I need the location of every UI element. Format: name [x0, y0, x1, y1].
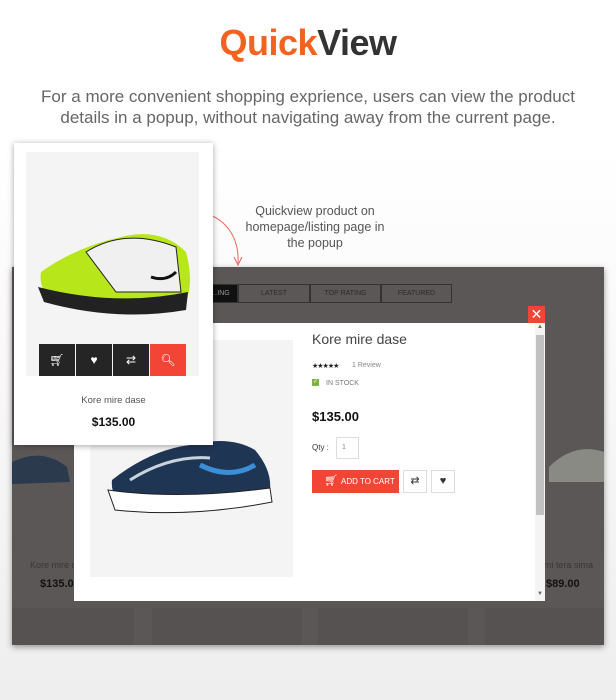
compare-button[interactable]: ⇄ [113, 344, 149, 376]
wishlist-button[interactable]: ♥ [431, 470, 455, 493]
green-shoe-image [38, 234, 190, 315]
search-icon: 🔍︎ [160, 353, 176, 367]
product-price: $135.00 [91, 415, 136, 429]
bg-cell [318, 608, 468, 645]
title-quick: Quick [219, 22, 318, 63]
bg-cell [152, 608, 302, 645]
subtitle: For a more convenient shopping exprience… [41, 87, 575, 127]
tab-latest[interactable]: LATEST [238, 284, 310, 303]
product-image [26, 152, 199, 376]
close-button[interactable]: ✕ [528, 306, 545, 323]
check-icon: ✓ [312, 379, 319, 386]
review-link[interactable]: 1 Review [352, 362, 381, 369]
page-title: QuickView [0, 22, 616, 64]
compare-icon: ⇄ [410, 475, 420, 487]
annotation-text: Quickview product on homepage/listing pa… [245, 204, 385, 250]
rating-stars: ★★★★★ [312, 363, 339, 370]
tab-top-rating[interactable]: TOP RATING [310, 284, 381, 303]
qty-input[interactable]: 1 [336, 437, 359, 459]
tab-featured[interactable]: FEATURED [381, 284, 452, 303]
bg-cell [12, 608, 134, 645]
bg-shoe-image [12, 455, 70, 484]
bg-cell [485, 608, 604, 645]
quickview-button[interactable]: 🔍︎ [150, 344, 186, 376]
add-to-cart-button[interactable]: 🛒︎ [39, 344, 75, 376]
compare-button[interactable]: ⇄ [403, 470, 427, 493]
heart-icon: ♥ [439, 475, 447, 487]
product-card[interactable]: 🛒︎ ♥ ⇄ 🔍︎ Kore mire dase $135.00 [14, 143, 213, 445]
scrollbar-thumb[interactable] [536, 335, 544, 515]
bg-product-name: Kore mire d [30, 560, 77, 570]
compare-icon: ⇄ [125, 353, 137, 367]
heart-icon: ♥ [90, 353, 98, 367]
cart-icon: 🛒︎ [49, 353, 65, 367]
scrollbar[interactable]: ▲ ▼ [535, 323, 545, 601]
add-to-cart-label: ADD TO CART [341, 477, 395, 486]
product-price: $135.00 [312, 409, 359, 424]
bg-shoe-image [549, 449, 604, 482]
bg-product-price: $89.00 [546, 578, 580, 590]
cart-icon: 🛒︎ [324, 475, 338, 487]
bg-product-price: $135.0 [40, 578, 74, 590]
scroll-up-icon[interactable]: ▲ [537, 324, 543, 330]
bg-product-name: mi tera sima [544, 560, 594, 570]
title-view: View [317, 22, 397, 63]
scroll-down-icon[interactable]: ▼ [537, 591, 543, 597]
product-name[interactable]: Kore mire dase [14, 395, 213, 406]
stock-status: IN STOCK [326, 380, 359, 387]
qty-label: Qty : [312, 443, 329, 452]
product-name: Kore mire dase [312, 331, 407, 347]
wishlist-button[interactable]: ♥ [76, 344, 112, 376]
add-to-cart-button[interactable]: 🛒︎ ADD TO CART [312, 470, 399, 493]
